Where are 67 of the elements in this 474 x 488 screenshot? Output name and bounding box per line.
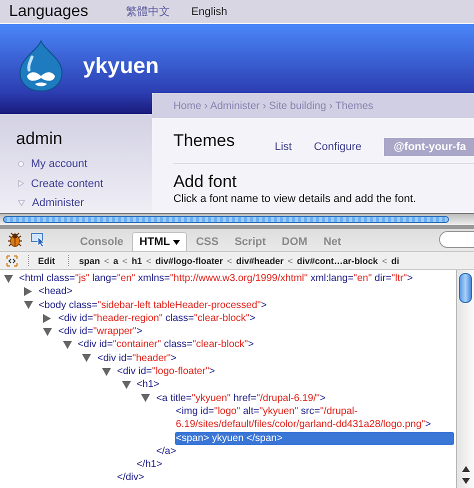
code-line[interactable]: <body class="sidebar-left tableHeader-processed"> — [38, 298, 454, 312]
vertical-scrollbar[interactable] — [456, 270, 474, 488]
inspect-icon[interactable] — [31, 233, 47, 247]
triangle-right-icon[interactable] — [43, 314, 52, 323]
code-line[interactable]: <head> — [38, 285, 454, 299]
edit-button[interactable]: Edit — [38, 256, 55, 266]
language-link[interactable]: 繁體中文 — [126, 4, 170, 19]
sidebar-title: admin — [16, 128, 64, 148]
triangle-down-icon[interactable] — [4, 274, 13, 282]
path-element[interactable]: a — [113, 256, 118, 266]
drop-logo-icon[interactable] — [18, 40, 64, 92]
path-separator: < — [288, 256, 293, 266]
triangle-down-icon[interactable] — [24, 301, 33, 310]
path-element[interactable]: span — [79, 256, 100, 266]
triangle-down-icon[interactable] — [141, 394, 150, 402]
triangle-down-icon[interactable] — [102, 368, 111, 376]
page-title: Themes — [173, 130, 235, 150]
path-element[interactable]: di — [391, 256, 400, 266]
caret-icon — [172, 240, 180, 244]
code-line[interactable]: </h1> — [136, 458, 454, 472]
scrollbar-thumb[interactable] — [3, 216, 449, 223]
code-line[interactable]: <div id="wrapper"> — [57, 325, 454, 338]
path-element[interactable]: h1 — [132, 256, 142, 266]
bug-icon[interactable] — [6, 232, 24, 248]
triangle-down-icon[interactable] — [122, 380, 131, 389]
triangle-right-icon — [18, 180, 24, 188]
scrollbar-thumb[interactable] — [459, 273, 472, 303]
path-separator: < — [122, 256, 128, 266]
code-line[interactable]: <img id="logo" alt="ykyuen" src="/drupal-6.19/sites/default/files/color/garland-dd431a28/logo.png"> — [174, 404, 454, 432]
path-element[interactable]: div#cont…ar-block — [296, 256, 378, 266]
code-line[interactable]: <div id="logo-floater"> — [116, 365, 454, 378]
bullet-icon — [18, 161, 24, 168]
triangle-down-icon[interactable] — [82, 354, 92, 362]
sidebar-link[interactable]: My account — [31, 158, 88, 170]
scroll-up-icon[interactable] — [462, 466, 470, 472]
code-line[interactable]: <html class="js" lang="en" xmlns="http://www.w3.org/1999/xhtml" xml:lang="en" dir="ltr"> — [18, 272, 454, 286]
code-line[interactable]: </div> — [116, 471, 454, 485]
brackets-icon[interactable] — [6, 254, 18, 266]
triangle-down-icon — [18, 200, 25, 206]
language-link[interactable]: English — [191, 6, 228, 18]
path-separator: < — [226, 256, 232, 266]
tab[interactable]: List — [274, 140, 292, 152]
languages-heading: Languages — [9, 2, 88, 20]
sidebar-link[interactable]: Create content — [31, 178, 104, 190]
description-text: Click a font name to view details and add the font. — [173, 193, 418, 205]
triangle-down-icon[interactable] — [62, 340, 72, 349]
path-element[interactable]: div#logo-floater — [155, 256, 223, 266]
path-separator: < — [382, 256, 388, 266]
devtools-tab[interactable]: HTML — [132, 232, 187, 251]
section-heading: Add font — [173, 172, 238, 192]
sidebar-link[interactable]: Administer — [32, 197, 84, 210]
code-line[interactable]: <h1> — [136, 378, 454, 392]
code-line[interactable]: <a title="ykyuen" href="/drupal-6.19/"> — [155, 392, 454, 405]
code-line[interactable]: <div id="header-region" class="clear-block"> — [57, 312, 454, 326]
path-element[interactable]: div#header — [236, 256, 284, 266]
path-separator: < — [146, 256, 152, 266]
path-separator: < — [104, 256, 110, 266]
scroll-down-icon[interactable] — [462, 478, 470, 484]
site-name[interactable]: ykyuen — [83, 52, 159, 78]
code-line[interactable]: <div id="header"> — [96, 352, 454, 366]
tab[interactable]: Configure — [314, 140, 362, 152]
horizontal-scrollbar[interactable] — [0, 213, 474, 226]
code-line[interactable]: </a> — [155, 444, 454, 458]
triangle-right-icon[interactable] — [24, 287, 32, 296]
triangle-down-icon[interactable] — [43, 328, 52, 336]
search-field[interactable] — [439, 231, 474, 248]
code-line[interactable]: <div id="container" class="clear-block"> — [76, 338, 454, 352]
